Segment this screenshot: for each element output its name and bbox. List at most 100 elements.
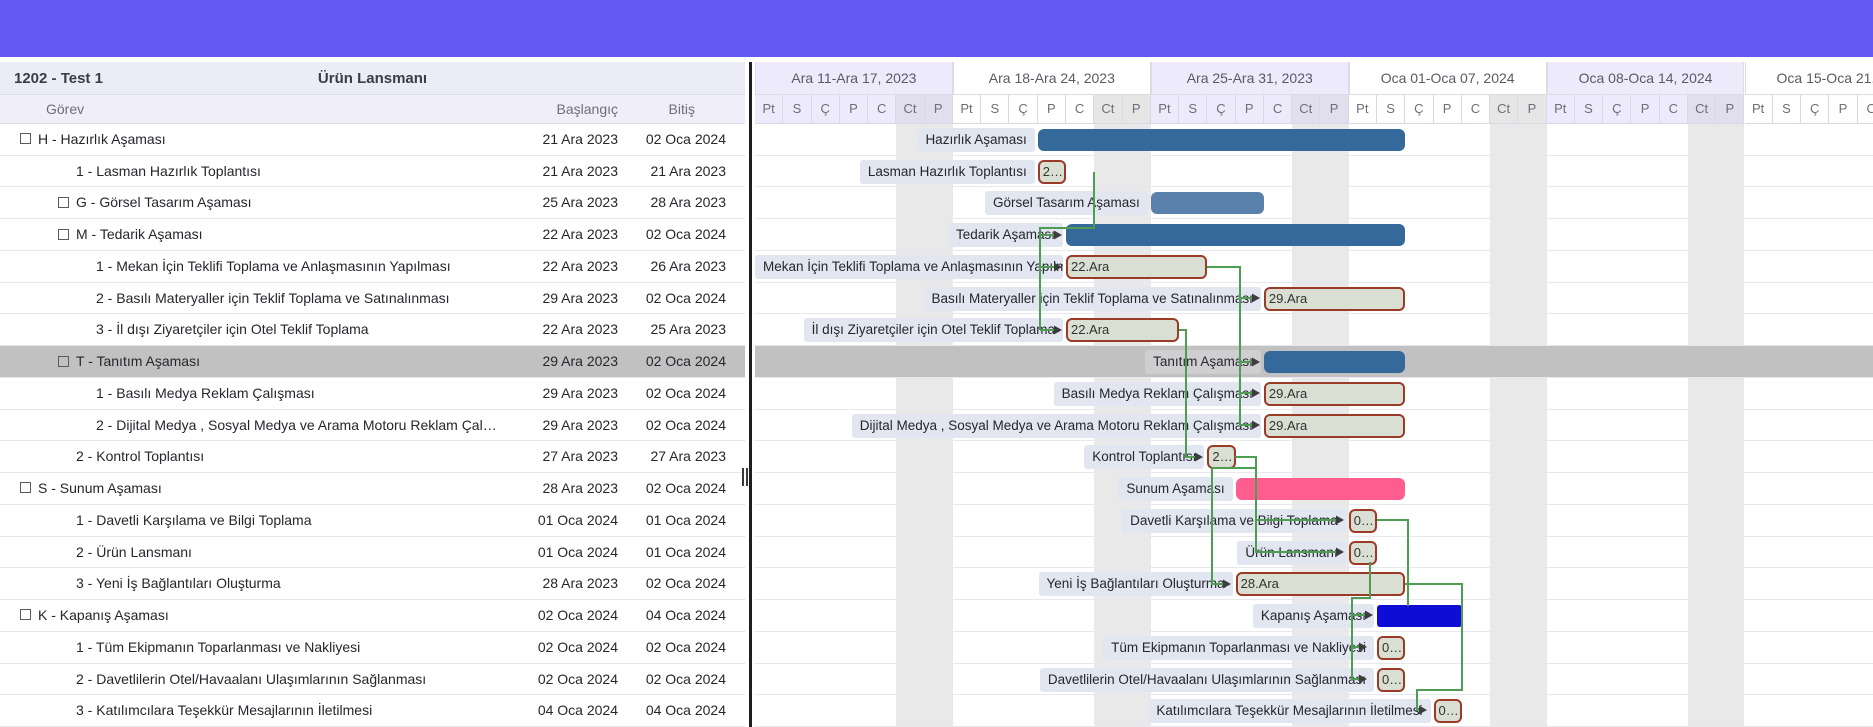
gantt-task-bar[interactable]: 02.Oca bbox=[1377, 636, 1405, 660]
weekend-shading bbox=[1688, 124, 1745, 727]
row-gridline bbox=[755, 504, 1873, 505]
table-row[interactable]: 1 - Lasman Hazırlık Toplantısı 21 Ara 202… bbox=[0, 156, 745, 188]
table-row[interactable]: 2 - Kontrol Toplantısı27 Ara 202327 Ara … bbox=[0, 441, 745, 473]
day-header-cell: S bbox=[981, 95, 1009, 124]
column-header-end[interactable]: Bitiş bbox=[669, 95, 695, 124]
table-row[interactable]: 3 - Yeni İş Bağlantıları Oluşturma28 Ara… bbox=[0, 568, 745, 600]
gantt-task-bar[interactable]: 02.Oca bbox=[1377, 668, 1405, 692]
task-start-date: 29 Ara 2023 bbox=[542, 346, 618, 378]
gantt-task-label: Dijital Medya , Sosyal Medya ve Arama Mo… bbox=[852, 414, 1261, 438]
column-header-task[interactable]: Görev bbox=[46, 95, 84, 124]
panel-splitter[interactable] bbox=[749, 62, 752, 727]
task-end-date: 27 Ara 2023 bbox=[650, 441, 726, 473]
gantt-task-label: Sunum Aşaması bbox=[1118, 477, 1232, 501]
task-end-date: 25 Ara 2023 bbox=[650, 314, 726, 346]
day-header-cell: Ç bbox=[1207, 95, 1235, 124]
day-header-cell: S bbox=[783, 95, 811, 124]
table-row[interactable]: 2 - Ürün Lansmanı01 Oca 202401 Oca 2024 bbox=[0, 537, 745, 569]
collapse-toggle-icon[interactable] bbox=[20, 482, 31, 493]
task-start-date: 28 Ara 2023 bbox=[542, 473, 618, 505]
day-header-cell: P bbox=[1123, 95, 1151, 124]
day-header-cell: Ç bbox=[1405, 95, 1433, 124]
top-navigation-bar bbox=[0, 0, 1873, 57]
gantt-task-bar[interactable]: 29.Ara bbox=[1264, 287, 1405, 311]
row-gridline bbox=[755, 694, 1873, 695]
gantt-task-label: Mekan İçin Teklifi Toplama ve Anlaşmasın… bbox=[755, 255, 1063, 279]
gantt-phase-bar[interactable] bbox=[1066, 224, 1405, 246]
gantt-task-bar[interactable]: 29.Ara bbox=[1264, 414, 1405, 438]
day-header-cell: P bbox=[1038, 95, 1066, 124]
task-end-date: 02 Oca 2024 bbox=[646, 664, 726, 696]
table-row[interactable]: 1 - Davetli Karşılama ve Bilgi Toplama01… bbox=[0, 505, 745, 537]
row-gridline bbox=[755, 567, 1873, 568]
task-start-date: 21 Ara 2023 bbox=[542, 156, 618, 188]
day-header-cell: P bbox=[1320, 95, 1348, 124]
table-row[interactable]: 2 - Davetlilerin Otel/Havaalanı Ulaşımla… bbox=[0, 664, 745, 696]
table-row[interactable]: G - Görsel Tasarım Aşaması25 Ara 202328 … bbox=[0, 187, 745, 219]
task-name: K - Kapanış Aşaması bbox=[38, 600, 169, 632]
day-header-cell: C bbox=[1660, 95, 1688, 124]
row-gridline bbox=[755, 599, 1873, 600]
gantt-task-label: Davetlilerin Otel/Havaalanı Ulaşımlarını… bbox=[1040, 668, 1374, 692]
collapse-toggle-icon[interactable] bbox=[20, 609, 31, 620]
task-name: T - Tanıtım Aşaması bbox=[76, 346, 200, 378]
collapse-toggle-icon[interactable] bbox=[20, 133, 31, 144]
gantt-phase-bar[interactable] bbox=[1151, 192, 1264, 214]
table-row[interactable]: H - Hazırlık Aşaması21 Ara 202302 Oca 20… bbox=[0, 124, 745, 156]
collapse-toggle-icon[interactable] bbox=[58, 356, 69, 367]
table-row[interactable]: S - Sunum Aşaması28 Ara 202302 Oca 2024 bbox=[0, 473, 745, 505]
gantt-task-bar[interactable]: 22.Ara bbox=[1066, 255, 1207, 279]
table-row[interactable]: 2 - Basılı Materyaller için Teklif Topla… bbox=[0, 283, 745, 315]
table-row[interactable]: K - Kapanış Aşaması 02 Oca 2024 04 Oca 202… bbox=[0, 600, 745, 632]
task-name: G - Görsel Tasarım Aşaması bbox=[76, 187, 252, 219]
gantt-task-label: Lasman Hazırlık Toplantısı bbox=[860, 160, 1035, 184]
gantt-task-bar[interactable]: 27.Ara bbox=[1207, 445, 1235, 469]
gantt-task-bar[interactable]: 04.Oca bbox=[1434, 699, 1462, 723]
gantt-task-bar[interactable]: 01.Oca bbox=[1349, 509, 1377, 533]
gantt-task-bar[interactable]: 22.Ara bbox=[1066, 318, 1179, 342]
day-header-cell: Pt bbox=[953, 95, 981, 124]
task-start-date: 25 Ara 2023 bbox=[542, 187, 618, 219]
row-gridline bbox=[755, 377, 1873, 378]
gantt-task-bar[interactable]: 29.Ara bbox=[1264, 382, 1405, 406]
table-row[interactable]: 1 - Basılı Medya Reklam Çalışması29 Ara … bbox=[0, 378, 745, 410]
gantt-task-label: Katılımcılara Teşekkür Mesajlarının İlet… bbox=[1148, 699, 1430, 723]
task-start-date: 29 Ara 2023 bbox=[542, 283, 618, 315]
task-end-date: 04 Oca 2024 bbox=[646, 600, 726, 632]
gantt-task-label: Hazırlık Aşaması bbox=[917, 128, 1034, 152]
gantt-task-bar[interactable]: 28.Ara bbox=[1236, 572, 1406, 596]
day-header-cell: P bbox=[925, 95, 953, 124]
task-start-date: 02 Oca 2024 bbox=[538, 600, 618, 632]
collapse-toggle-icon[interactable] bbox=[58, 229, 69, 240]
gantt-phase-bar[interactable] bbox=[1377, 605, 1462, 627]
table-row[interactable]: 3 - Katılımcılara Teşekkür Mesajlarının … bbox=[0, 695, 745, 727]
table-row[interactable]: 2 - Dijital Medya , Sosyal Medya ve Aram… bbox=[0, 410, 745, 442]
day-header-cell: S bbox=[1773, 95, 1801, 124]
task-start-date: 02 Oca 2024 bbox=[538, 664, 618, 696]
gantt-phase-bar[interactable] bbox=[1236, 478, 1406, 500]
gantt-task-bar[interactable]: 01.Oca bbox=[1349, 541, 1377, 565]
task-end-date: 02 Oca 2024 bbox=[646, 283, 726, 315]
table-row[interactable]: T - Tanıtım Aşaması29 Ara 202302 Oca 202… bbox=[0, 346, 745, 378]
table-row[interactable]: 1 - Mekan İçin Teklifi Toplama ve Anlaşm… bbox=[0, 251, 745, 283]
gantt-phase-bar[interactable] bbox=[1038, 129, 1406, 151]
day-header-cell: S bbox=[1377, 95, 1405, 124]
day-header-cell: P bbox=[840, 95, 868, 124]
table-row[interactable]: 1 - Tüm Ekipmanın Toparlanması ve Nakliy… bbox=[0, 632, 745, 664]
gantt-task-label: Basılı Materyaller için Teklif Toplama v… bbox=[924, 287, 1261, 311]
gantt-phase-bar[interactable] bbox=[1264, 351, 1405, 373]
day-header-cell: C bbox=[1858, 95, 1873, 124]
table-row[interactable]: 3 - İl dışı Ziyaretçiler için Otel Tekli… bbox=[0, 314, 745, 346]
gantt-task-bar[interactable]: 21.Ara bbox=[1038, 160, 1066, 184]
collapse-toggle-icon[interactable] bbox=[58, 197, 69, 208]
table-row[interactable]: M - Tedarik Aşaması22 Ara 202302 Oca 202… bbox=[0, 219, 745, 251]
day-header-cell: Ç bbox=[812, 95, 840, 124]
column-header-start[interactable]: Başlangıç bbox=[557, 95, 618, 124]
row-gridline bbox=[755, 440, 1873, 441]
task-start-date: 02 Oca 2024 bbox=[538, 632, 618, 664]
day-header-cell: Ç bbox=[1009, 95, 1037, 124]
task-name: 1 - Lasman Hazırlık Toplantısı bbox=[76, 156, 261, 188]
splitter-drag-handle-icon[interactable] bbox=[742, 468, 748, 486]
gantt-task-label: Kontrol Toplantısı bbox=[1084, 445, 1204, 469]
task-end-date: 02 Oca 2024 bbox=[646, 473, 726, 505]
